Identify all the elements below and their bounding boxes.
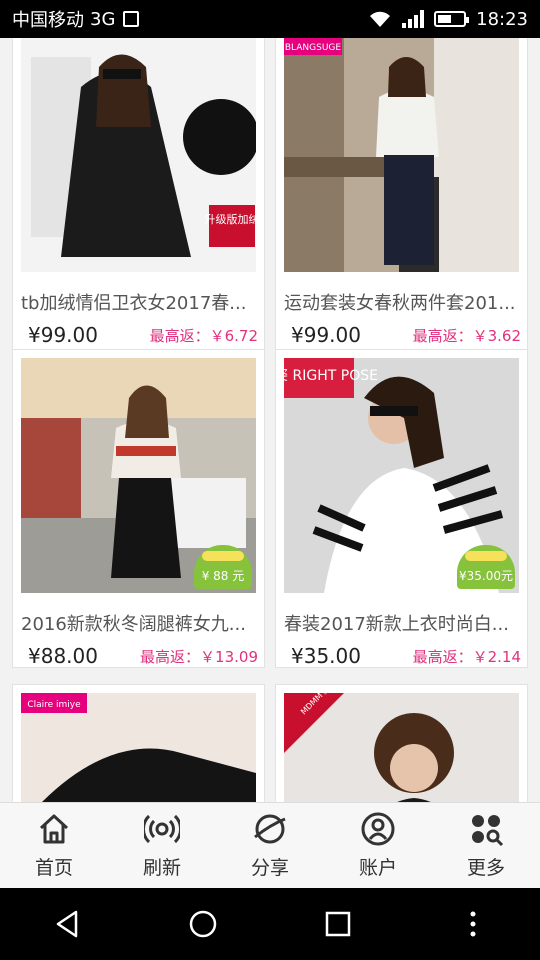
- tab-label: 分享: [250, 857, 289, 879]
- system-nav-bar: [0, 888, 540, 960]
- tab-label: 刷新: [142, 857, 181, 879]
- product-card[interactable]: 升级版加绒 tb加绒情侣卫衣女2017春... ¥99.00 最高返：￥6.72: [12, 38, 265, 374]
- product-title[interactable]: 2016新款秋冬阔腿裤女九...: [21, 610, 258, 636]
- tab-refresh[interactable]: 刷新: [108, 803, 216, 888]
- product-price: ¥35.00: [291, 644, 361, 668]
- planet-icon: [254, 814, 286, 844]
- signal-icon: [402, 10, 425, 28]
- product-banner: BLANGSUGE: [285, 43, 342, 53]
- wifi-icon: [370, 11, 391, 27]
- product-card[interactable]: BLANGSUGE 运动套装女春秋两件套201... ¥99.00 最高返：￥3…: [275, 38, 528, 374]
- tab-label: 更多: [466, 857, 505, 879]
- product-card[interactable]: MDMM 魔登美眉: [275, 684, 528, 802]
- home-icon: [39, 814, 69, 844]
- status-bar: 中国移动 3G 18:23: [0, 0, 540, 38]
- tab-more[interactable]: 更多: [432, 803, 540, 888]
- tab-home[interactable]: 首页: [0, 803, 108, 888]
- battery-icon: [434, 11, 470, 27]
- account-icon: [361, 812, 395, 846]
- recents-icon[interactable]: [322, 908, 354, 940]
- product-title[interactable]: 运动套装女春秋两件套201...: [284, 289, 521, 315]
- tab-label: 账户: [358, 857, 397, 879]
- product-banner: 升级版加绒: [205, 212, 257, 226]
- product-image[interactable]: BLANGSUGE: [284, 38, 519, 272]
- overflow-menu-icon[interactable]: [457, 908, 489, 940]
- product-price: ¥99.00: [28, 323, 98, 347]
- back-icon[interactable]: [52, 908, 84, 940]
- broadcast-icon: [144, 814, 180, 844]
- product-rebate: 最高返：￥13.09: [140, 648, 258, 666]
- product-feed[interactable]: 升级版加绒 tb加绒情侣卫衣女2017春... ¥99.00 最高返：￥6.72: [0, 38, 540, 802]
- product-image[interactable]: 升级版加绒: [21, 38, 256, 272]
- product-image[interactable]: ¥ 88 元: [21, 358, 256, 593]
- product-banner: 右姿 RIGHT POSE: [284, 368, 378, 384]
- grid-search-icon: [472, 815, 504, 847]
- product-title[interactable]: tb加绒情侣卫衣女2017春...: [21, 289, 258, 315]
- product-card[interactable]: 右姿 RIGHT POSE ¥35.00元 春装2017新款上衣时尚白... ¥…: [275, 349, 528, 668]
- sim-icon: [123, 11, 140, 27]
- network-type: 3G: [90, 8, 116, 30]
- product-price: ¥88.00: [28, 644, 98, 668]
- product-rebate: 最高返：￥3.62: [412, 327, 521, 345]
- tab-label: 首页: [34, 857, 73, 879]
- product-rebate: 最高返：￥6.72: [149, 327, 258, 345]
- tab-account[interactable]: 账户: [324, 803, 432, 888]
- clock: 18:23: [476, 8, 528, 30]
- product-image[interactable]: MDMM 魔登美眉: [284, 693, 519, 802]
- tab-share[interactable]: 分享: [216, 803, 324, 888]
- product-price: ¥99.00: [291, 323, 361, 347]
- product-title[interactable]: 春装2017新款上衣时尚白...: [284, 610, 521, 636]
- product-image[interactable]: 右姿 RIGHT POSE ¥35.00元: [284, 358, 519, 593]
- product-card[interactable]: ¥ 88 元 2016新款秋冬阔腿裤女九... ¥88.00 最高返：￥13.0…: [12, 349, 265, 668]
- home-circle-icon[interactable]: [187, 908, 219, 940]
- bottom-tab-bar: 首页 刷新 分享 账户 更多: [0, 802, 540, 888]
- product-image[interactable]: Claire imiye: [21, 693, 256, 802]
- product-rebate: 最高返：￥2.14: [412, 648, 521, 666]
- product-banner: Claire imiye: [27, 700, 81, 710]
- product-card[interactable]: Claire imiye: [12, 684, 265, 802]
- carrier-label: 中国移动: [12, 10, 84, 31]
